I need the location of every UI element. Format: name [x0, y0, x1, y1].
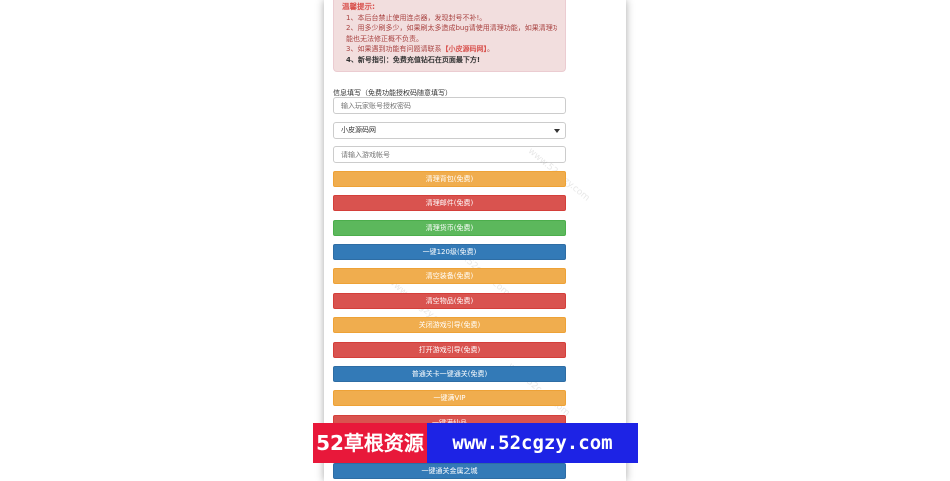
- clear-bag-button[interactable]: 清理背包(免费): [333, 171, 566, 187]
- level-120-button[interactable]: 一键120级(免费): [333, 244, 566, 260]
- chevron-down-icon: [554, 129, 560, 133]
- close-guide-button[interactable]: 关闭游戏引导(免费): [333, 317, 566, 333]
- watermark-banner-url: www.52cgzy.com: [427, 423, 638, 463]
- clear-currency-button[interactable]: 清理货币(免费): [333, 220, 566, 236]
- clear-equipment-button[interactable]: 清空装备(免费): [333, 268, 566, 284]
- clear-items-button[interactable]: 清空物品(免费): [333, 293, 566, 309]
- notice-box: 温馨提示: 1、本后台禁止使用连点器，发现封号不补!。 2、用多少刷多少，如果刷…: [333, 0, 566, 72]
- game-account-input[interactable]: [333, 146, 566, 163]
- notice-line-1: 1、本后台禁止使用连点器，发现封号不补!。: [346, 13, 487, 22]
- notice-line-2a: 2、用多少刷多少，如果刷太多造成bug请使用清理功能，如果清理功: [346, 24, 557, 32]
- page-panel: [324, 0, 626, 481]
- notice-line-4: 4、新号指引：免费充值钻石在页面最下方!: [346, 55, 481, 64]
- server-select-value: 小皮源码网: [341, 126, 376, 134]
- watermark-banner-brand: 52草根资源: [313, 423, 427, 463]
- notice-title: 温馨提示:: [342, 2, 375, 11]
- notice-line-3-highlight: 【小皮源码网】: [441, 45, 487, 53]
- clear-stages-button[interactable]: 普通关卡一键通关(免费): [333, 366, 566, 382]
- clear-mail-button[interactable]: 清理邮件(免费): [333, 195, 566, 211]
- notice-line-3-suffix: 。: [486, 45, 494, 53]
- notice-line-3-prefix: 3、如果遇到功能有问题请联系: [346, 45, 442, 53]
- auth-code-input[interactable]: [333, 97, 566, 114]
- max-vip-button[interactable]: 一键满VIP: [333, 390, 566, 406]
- server-select[interactable]: 小皮源码网: [333, 122, 566, 139]
- clear-metal-city-button[interactable]: 一键通关金属之城: [333, 463, 566, 479]
- notice-line-3: 3、如果遇到功能有问题请联系【小皮源码网】。: [342, 44, 557, 55]
- open-guide-button[interactable]: 打开游戏引导(免费): [333, 342, 566, 358]
- notice-line-2b: 能也无法修正概不负责。: [346, 34, 423, 43]
